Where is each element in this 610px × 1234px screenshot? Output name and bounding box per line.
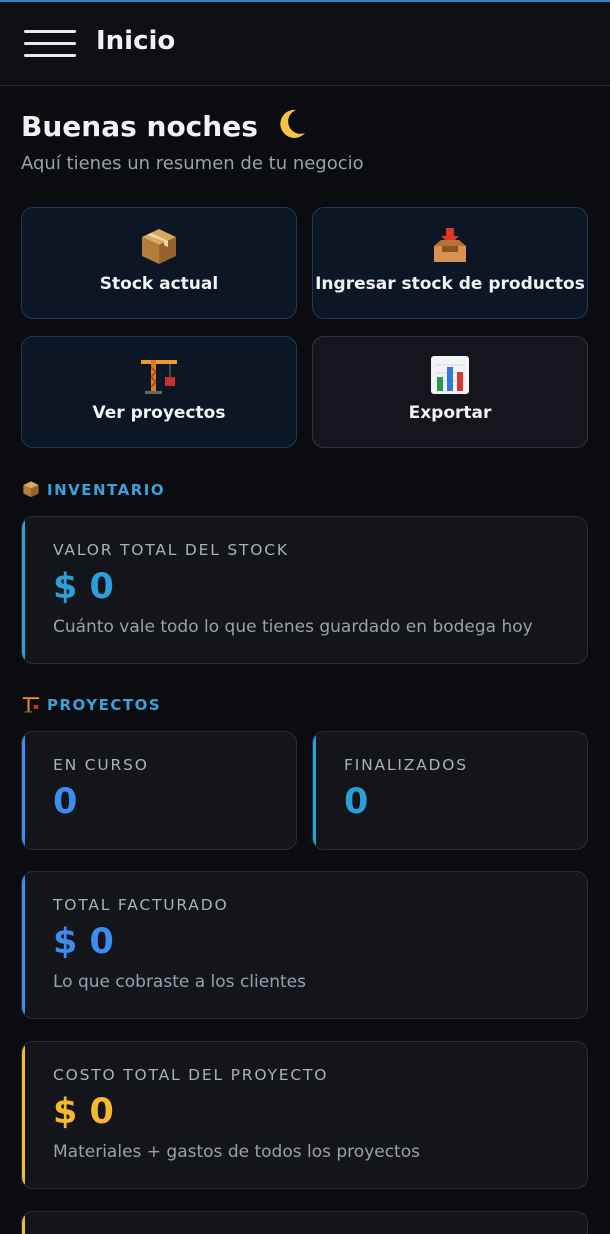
card-value: 0	[344, 782, 369, 822]
card-accent	[22, 1212, 25, 1234]
crescent-moon-icon	[279, 109, 305, 138]
greeting-text: Buenas noches	[21, 110, 258, 143]
card-description: Materiales + gastos de todos los proyect…	[53, 1142, 420, 1162]
card-accent	[22, 517, 25, 663]
total-facturado-card: TOTAL FACTURADO $ 0 Lo que cobraste a lo…	[21, 871, 588, 1019]
card-label: EN CURSO	[53, 756, 149, 774]
card-label: FINALIZADOS	[344, 756, 468, 774]
card-label: TOTAL FACTURADO	[53, 896, 229, 914]
en-curso-card: EN CURSO 0	[21, 731, 297, 850]
ver-proyectos-button[interactable]: Ver proyectos	[21, 336, 297, 448]
greeting-subtitle: Aquí tienes un resumen de tu negocio	[21, 153, 364, 174]
card-value: 0	[53, 782, 78, 822]
ingresar-stock-label: Ingresar stock de productos	[315, 274, 585, 294]
stock-value-card: VALOR TOTAL DEL STOCK $ 0 Cuánto vale to…	[21, 516, 588, 664]
ver-proyectos-label: Ver proyectos	[92, 403, 226, 423]
card-description: Lo que cobraste a los clientes	[53, 972, 306, 992]
finalizados-card: FINALIZADOS 0	[312, 731, 588, 850]
section-title: INVENTARIO	[47, 481, 166, 499]
stock-actual-label: Stock actual	[99, 274, 219, 294]
card-accent	[22, 1042, 25, 1188]
next-card-partial	[21, 1211, 588, 1234]
menu-icon[interactable]	[24, 30, 76, 58]
card-label: COSTO TOTAL DEL PROYECTO	[53, 1066, 329, 1084]
exportar-button[interactable]: Exportar	[312, 336, 588, 448]
card-label: VALOR TOTAL DEL STOCK	[53, 541, 289, 559]
section-title: PROYECTOS	[47, 696, 162, 714]
ingresar-stock-button[interactable]: Ingresar stock de productos	[312, 207, 588, 319]
bar-chart-icon	[313, 355, 587, 395]
greeting-line: Buenas noches	[21, 108, 308, 143]
package-icon	[22, 226, 296, 266]
package-icon	[23, 481, 39, 498]
stock-actual-button[interactable]: Stock actual	[21, 207, 297, 319]
exportar-label: Exportar	[408, 403, 492, 423]
page-title: Inicio	[96, 26, 176, 56]
inbox-tray-icon	[313, 226, 587, 266]
card-description: Cuánto vale todo lo que tienes guardado …	[53, 617, 533, 637]
card-value: $ 0	[53, 922, 114, 962]
section-inventario-header: INVENTARIO	[21, 480, 165, 502]
card-accent	[22, 732, 25, 849]
card-accent	[22, 872, 25, 1018]
section-proyectos-header: PROYECTOS	[21, 695, 161, 717]
app-bar: Inicio	[0, 2, 610, 86]
card-value: $ 0	[53, 1092, 114, 1132]
construction-crane-icon	[22, 355, 296, 395]
card-accent	[313, 732, 316, 849]
costo-total-card: COSTO TOTAL DEL PROYECTO $ 0 Materiales …	[21, 1041, 588, 1189]
card-value: $ 0	[53, 567, 114, 607]
construction-crane-icon	[22, 697, 40, 713]
